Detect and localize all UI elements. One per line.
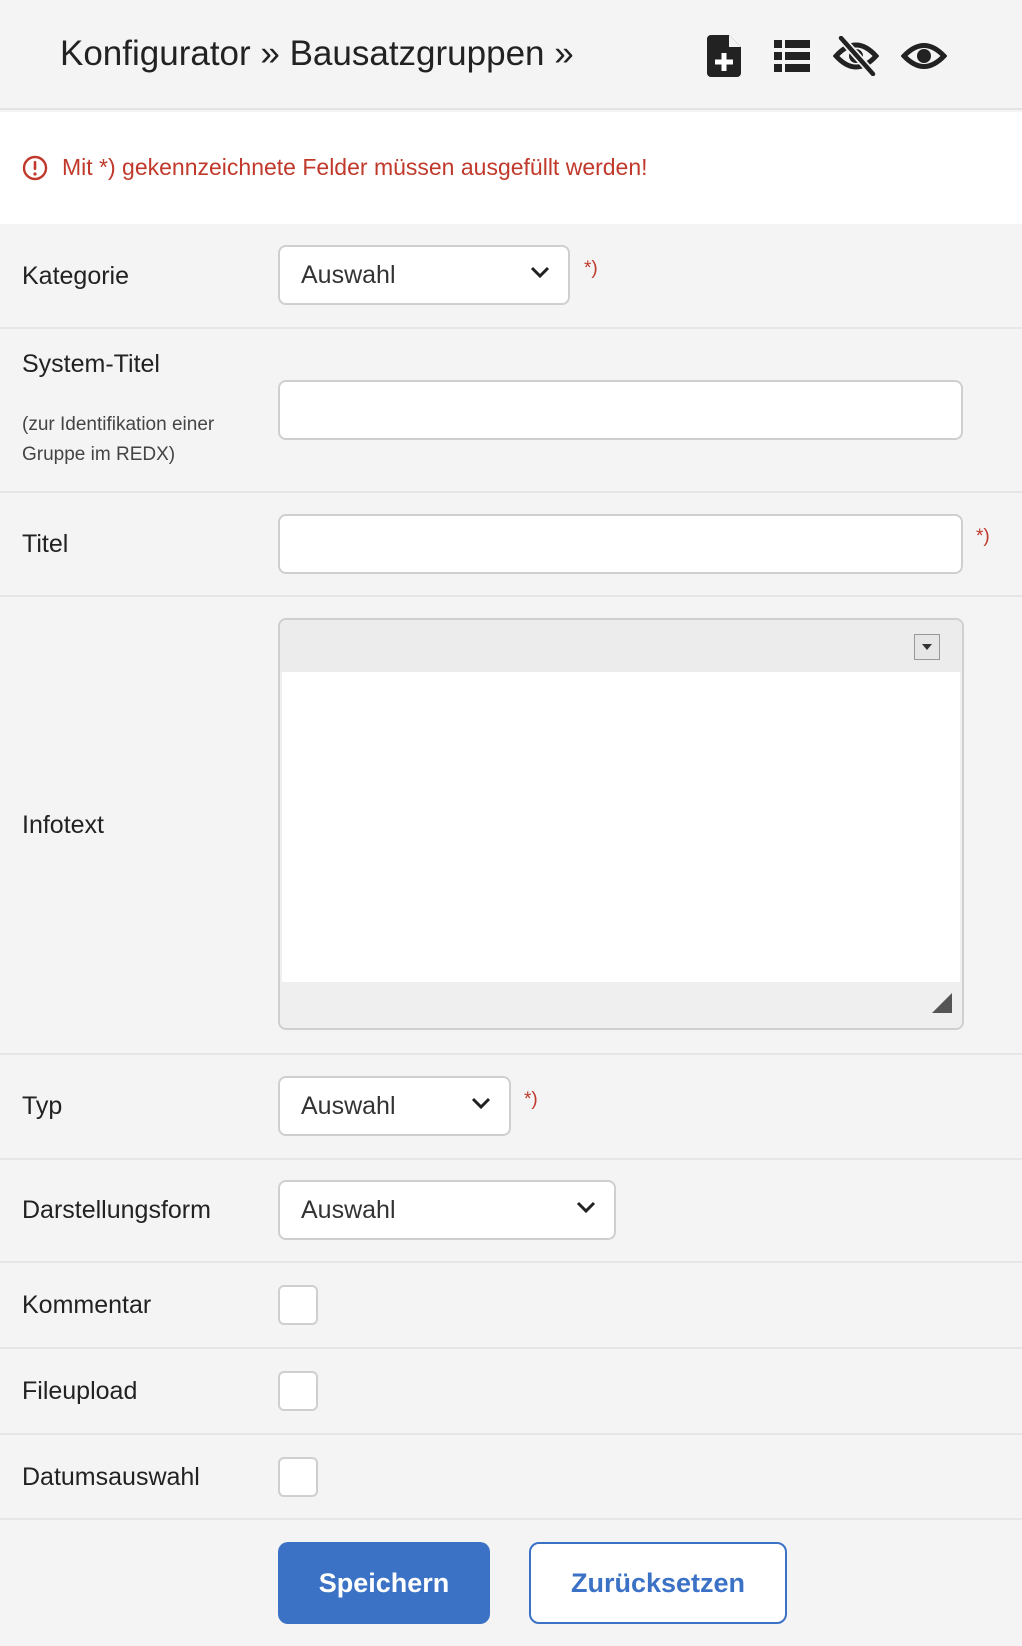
divider <box>0 1261 1022 1263</box>
divider <box>0 1347 1022 1349</box>
infotext-textarea[interactable] <box>282 672 960 982</box>
reset-button[interactable]: Zurücksetzen <box>529 1542 787 1624</box>
required-marker: *) <box>524 1089 538 1110</box>
system-titel-hint: (zur Identifikation einer Gruppe im REDX… <box>22 414 215 465</box>
divider <box>0 1053 1022 1055</box>
divider <box>0 1433 1022 1435</box>
breadcrumb: Konfigurator » Bausatzgruppen » <box>60 34 574 73</box>
editor-toolbar <box>280 620 962 672</box>
typ-select[interactable]: Auswahl <box>278 1076 511 1136</box>
chevron-down-icon <box>576 1200 596 1219</box>
divider <box>0 595 1022 597</box>
system-titel-input[interactable] <box>278 380 963 440</box>
typ-select-value: Auswahl <box>301 1092 396 1120</box>
divider <box>0 491 1022 493</box>
chevron-down-icon <box>530 265 550 284</box>
save-button[interactable]: Speichern <box>278 1542 490 1624</box>
titel-input[interactable] <box>278 514 963 574</box>
list-icon[interactable] <box>768 32 816 80</box>
fileupload-checkbox[interactable] <box>278 1371 318 1411</box>
infotext-label: Infotext <box>22 811 104 839</box>
darstellungsform-select-value: Auswahl <box>301 1196 396 1224</box>
system-titel-label: System-Titel <box>22 350 160 378</box>
datumsauswahl-checkbox[interactable] <box>278 1457 318 1497</box>
alert-text: Mit *) gekennzeichnete Felder müssen aus… <box>62 154 648 180</box>
kategorie-select[interactable]: Auswahl <box>278 245 570 305</box>
kommentar-checkbox[interactable] <box>278 1285 318 1325</box>
typ-label: Typ <box>22 1092 63 1120</box>
required-marker: *) <box>976 526 990 547</box>
new-document-icon[interactable] <box>700 32 748 80</box>
alert-icon <box>22 155 48 186</box>
darstellungsform-label: Darstellungsform <box>22 1196 211 1224</box>
kommentar-label: Kommentar <box>22 1291 152 1319</box>
resize-handle-icon[interactable] <box>932 993 952 1018</box>
datumsauswahl-label: Datumsauswahl <box>22 1463 200 1491</box>
eye-slash-icon[interactable] <box>832 32 880 80</box>
kategorie-select-value: Auswahl <box>301 261 396 289</box>
fileupload-label: Fileupload <box>22 1377 138 1405</box>
eye-icon[interactable] <box>900 32 948 80</box>
page-header: Konfigurator » Bausatzgruppen » <box>0 0 1022 110</box>
infotext-editor <box>278 618 964 1030</box>
toolbar-dropdown-button[interactable] <box>914 634 940 660</box>
divider <box>0 1158 1022 1160</box>
darstellungsform-select[interactable]: Auswahl <box>278 1180 616 1240</box>
divider <box>0 327 1022 329</box>
chevron-down-icon <box>471 1096 491 1115</box>
required-marker: *) <box>584 258 598 279</box>
titel-label: Titel <box>22 530 69 558</box>
divider <box>0 1518 1022 1520</box>
kategorie-label: Kategorie <box>22 262 130 290</box>
